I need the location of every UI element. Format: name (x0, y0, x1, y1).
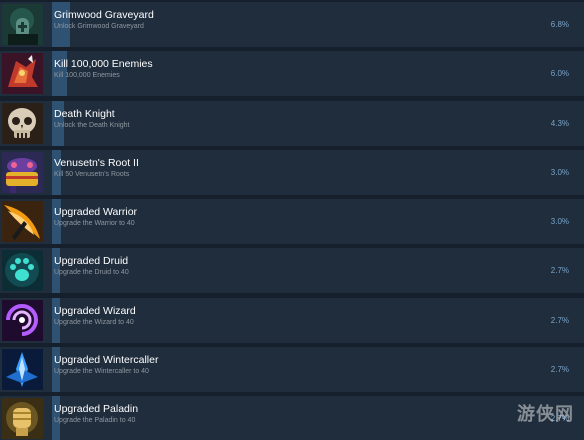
achievement-title: Upgraded Wintercaller (54, 354, 159, 367)
unlock-percent: 2.7% (550, 266, 569, 276)
warrior-slash-icon (2, 201, 43, 243)
achievement-description: Upgrade the Druid to 40 (54, 269, 129, 277)
achievement-description: Unlock Grimwood Graveyard (54, 23, 144, 30)
achievement-description: Upgrade the Wizard to 40 (54, 318, 134, 326)
skull-icon (2, 102, 43, 144)
achievement-description: Unlock the Death Knight (54, 121, 130, 129)
achievements-page: Grimwood Graveyard Unlock Grimwood Grave… (0, 0, 584, 440)
achievement-title: Upgraded Druid (54, 255, 129, 268)
achievement-title: Death Knight (54, 107, 115, 120)
unlock-percent: 3.0% (550, 217, 569, 227)
achievement-title: Upgraded Wizard (54, 304, 136, 317)
achievement-title: Upgraded Paladin (54, 403, 139, 416)
unlock-percent: 6.0% (550, 69, 569, 79)
achievement-row[interactable]: Upgraded Warrior Upgrade the Warrior to … (0, 199, 584, 245)
achievement-row[interactable]: Death Knight Unlock the Death Knight 4.3… (0, 100, 584, 146)
achievement-row[interactable]: Grimwood Graveyard Unlock Grimwood Grave… (0, 2, 584, 47)
unlock-percent: 2.7% (550, 365, 569, 375)
achievement-description: Upgrade the Wintercaller to 40 (54, 368, 149, 376)
graveyard-icon (2, 4, 43, 45)
swirl-icon (2, 299, 43, 341)
site-watermark: 游侠网 (517, 404, 574, 425)
achievement-description: Kill 50 Venusetn's Roots (54, 170, 130, 178)
achievement-row[interactable]: Upgraded Paladin Upgrade the Paladin to … (0, 396, 584, 440)
unlock-percent: 3.0% (550, 167, 569, 177)
achievement-title: Upgraded Warrior (54, 206, 138, 219)
unlock-percent: 6.8% (550, 20, 569, 29)
achievement-row[interactable]: Kill 100,000 Enemies Kill 100,000 Enemie… (0, 51, 584, 97)
achievement-description: Upgrade the Paladin to 40 (54, 417, 136, 425)
achievement-title: Grimwood Graveyard (54, 9, 154, 21)
achievement-row[interactable]: Upgraded Wizard Upgrade the Wizard to 40… (0, 297, 584, 343)
achievement-row[interactable]: Upgraded Druid Upgrade the Druid to 40 2… (0, 248, 584, 294)
achievement-description: Kill 100,000 Enemies (54, 72, 120, 80)
unlock-percent: 2.7% (550, 315, 569, 325)
achievement-row[interactable]: Venusetn's Root II Kill 50 Venusetn's Ro… (0, 149, 584, 195)
unlock-percent: 4.3% (550, 118, 569, 128)
achievement-title: Kill 100,000 Enemies (54, 58, 153, 71)
achievement-description: Upgrade the Warrior to 40 (54, 220, 135, 228)
fist-icon (2, 398, 43, 440)
achievement-title: Venusetn's Root II (54, 156, 139, 169)
venus-root-icon (2, 151, 43, 193)
paw-icon (2, 250, 43, 292)
red-demon-icon (2, 53, 43, 95)
achievement-list: Grimwood Graveyard Unlock Grimwood Grave… (0, 2, 584, 440)
ice-shard-icon (2, 349, 43, 391)
achievement-row[interactable]: Upgraded Wintercaller Upgrade the Winter… (0, 347, 584, 393)
